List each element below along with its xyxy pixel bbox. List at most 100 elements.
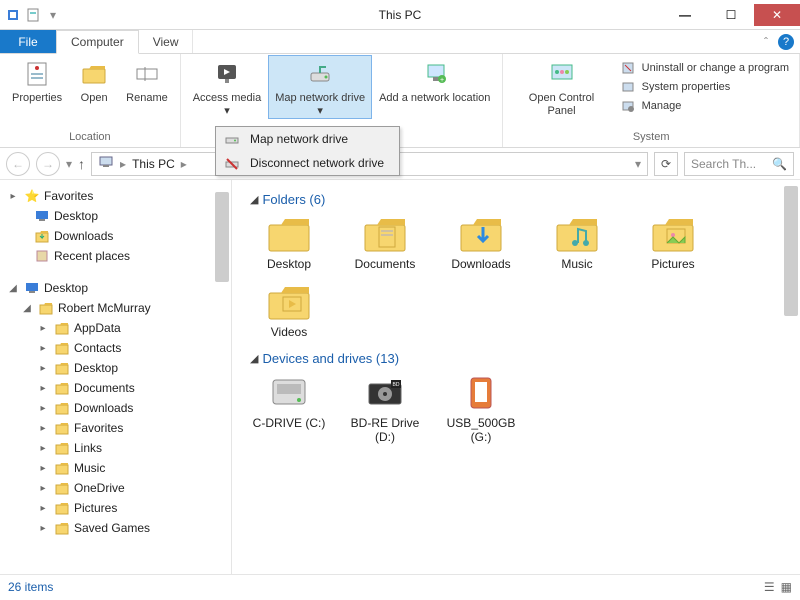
tree-item[interactable]: ▸Desktop — [0, 358, 231, 378]
add-network-location-button[interactable]: + Add a network location — [373, 56, 496, 105]
tab-file[interactable]: File — [0, 30, 56, 53]
rename-button[interactable]: Rename — [120, 56, 174, 105]
back-button[interactable]: ← — [6, 152, 30, 176]
access-media-button[interactable]: Access media▾ — [187, 56, 267, 118]
app-icon — [4, 6, 22, 24]
breadcrumb[interactable]: This PC — [132, 157, 175, 171]
folder-icon — [54, 340, 70, 356]
title-bar: ▾ This PC — ☐ ✕ — [0, 0, 800, 30]
quick-access-toolbar: ▾ — [0, 6, 66, 24]
folder-icon — [54, 520, 70, 536]
help-icon[interactable]: ? — [778, 34, 794, 50]
network-drive-icon — [224, 131, 240, 147]
navigation-tree[interactable]: ▸⭐Favorites DesktopDownloadsRecent place… — [0, 180, 232, 574]
tree-item[interactable]: ▸Downloads — [0, 398, 231, 418]
content-pane[interactable]: ◢Folders (6) Desktop Documents Downloads Mu… — [232, 180, 800, 574]
tree-item[interactable]: Recent places — [0, 246, 231, 266]
open-control-panel-button[interactable]: Open Control Panel — [509, 56, 613, 118]
open-icon — [78, 58, 110, 90]
dropdown-map-drive[interactable]: Map network drive — [216, 127, 399, 151]
svg-text:+: + — [440, 77, 444, 84]
folder-icon — [649, 213, 697, 255]
ribbon: Properties Open Rename Location Access m… — [0, 54, 800, 148]
folder-icon — [54, 420, 70, 436]
dropdown-disconnect-drive[interactable]: Disconnect network drive — [216, 151, 399, 175]
collapse-ribbon-icon[interactable]: ˆ — [764, 35, 768, 49]
tree-item[interactable]: ▸AppData — [0, 318, 231, 338]
drive-icon — [265, 372, 313, 414]
desktop-icon — [24, 280, 40, 296]
tab-computer[interactable]: Computer — [56, 30, 139, 54]
details-view-icon[interactable]: ☰ — [764, 580, 775, 594]
tree-item[interactable]: ▸Favorites — [0, 418, 231, 438]
status-bar: 26 items ☰ ▦ — [0, 574, 800, 598]
drive-item[interactable]: C-DRIVE (C:) — [250, 372, 328, 444]
refresh-button[interactable]: ⟳ — [654, 152, 678, 176]
large-icons-view-icon[interactable]: ▦ — [781, 580, 792, 594]
recent-locations-icon[interactable]: ▾ — [66, 157, 72, 171]
svg-text:BD: BD — [393, 382, 400, 388]
tab-view[interactable]: View — [139, 30, 194, 53]
tree-item[interactable]: Downloads — [0, 226, 231, 246]
tree-item[interactable]: ▸Music — [0, 458, 231, 478]
tree-item[interactable]: Desktop — [0, 206, 231, 226]
system-properties-button[interactable]: System properties — [620, 79, 789, 95]
section-folders[interactable]: ◢Folders (6) — [250, 192, 790, 207]
properties-button[interactable]: Properties — [6, 56, 68, 105]
tree-item-icon — [34, 208, 50, 224]
drive-icon: BD — [361, 372, 409, 414]
tree-item[interactable]: ▸Documents — [0, 378, 231, 398]
tree-user[interactable]: Robert McMurray — [58, 301, 151, 315]
open-button[interactable]: Open — [70, 56, 118, 105]
tree-desktop[interactable]: Desktop — [44, 281, 88, 295]
maximize-button[interactable]: ☐ — [708, 4, 754, 26]
close-button[interactable]: ✕ — [754, 4, 800, 26]
uninstall-program-button[interactable]: Uninstall or change a program — [620, 60, 789, 76]
tree-item[interactable]: ▸Saved Games — [0, 518, 231, 538]
star-icon: ⭐ — [24, 188, 40, 204]
tree-scrollbar[interactable] — [215, 192, 229, 282]
uninstall-icon — [620, 60, 636, 76]
folder-icon — [265, 281, 313, 323]
manage-button[interactable]: Manage — [620, 98, 789, 114]
manage-icon — [620, 98, 636, 114]
folder-item[interactable]: Desktop — [250, 213, 328, 271]
section-devices[interactable]: ◢Devices and drives (13) — [250, 351, 790, 366]
sysprops-icon — [620, 79, 636, 95]
group-system: Open Control Panel Uninstall or change a… — [503, 54, 800, 147]
search-icon[interactable]: 🔍 — [772, 157, 787, 171]
folder-item[interactable]: Downloads — [442, 213, 520, 271]
minimize-button[interactable]: — — [662, 4, 708, 26]
map-drive-dropdown: Map network drive Disconnect network dri… — [215, 126, 400, 176]
up-button[interactable]: ↑ — [78, 156, 85, 172]
tree-item[interactable]: ▸Pictures — [0, 498, 231, 518]
folder-icon — [54, 380, 70, 396]
address-dropdown-icon[interactable]: ▾ — [635, 157, 641, 171]
folder-item[interactable]: Music — [538, 213, 616, 271]
properties-icon[interactable] — [24, 6, 42, 24]
folder-item[interactable]: Documents — [346, 213, 424, 271]
pc-icon — [98, 154, 114, 173]
folder-item[interactable]: Pictures — [634, 213, 712, 271]
folder-icon — [361, 213, 409, 255]
group-location: Properties Open Rename Location — [0, 54, 181, 147]
search-input[interactable]: Search Th... 🔍 — [684, 152, 794, 176]
tree-item[interactable]: ▸Contacts — [0, 338, 231, 358]
drive-item[interactable]: BDBD-RE Drive (D:) — [346, 372, 424, 444]
address-bar-row: ← → ▾ ↑ ▸ This PC ▸ ▾ ⟳ Search Th... 🔍 — [0, 148, 800, 180]
group-label-system: System — [509, 131, 793, 145]
body: ▸⭐Favorites DesktopDownloadsRecent place… — [0, 180, 800, 574]
tree-item[interactable]: ▸OneDrive — [0, 478, 231, 498]
content-scrollbar[interactable] — [784, 186, 798, 316]
drive-item[interactable]: USB_500GB (G:) — [442, 372, 520, 444]
map-network-drive-button[interactable]: Map network drive▾ — [268, 55, 372, 119]
qat-dropdown-icon[interactable]: ▾ — [44, 6, 62, 24]
tree-favorites[interactable]: Favorites — [44, 189, 93, 203]
network-location-icon: + — [419, 58, 451, 90]
status-item-count: 26 items — [8, 580, 53, 594]
forward-button[interactable]: → — [36, 152, 60, 176]
folder-icon — [457, 213, 505, 255]
tree-item[interactable]: ▸Links — [0, 438, 231, 458]
folder-item[interactable]: Videos — [250, 281, 328, 339]
folder-icon — [54, 460, 70, 476]
